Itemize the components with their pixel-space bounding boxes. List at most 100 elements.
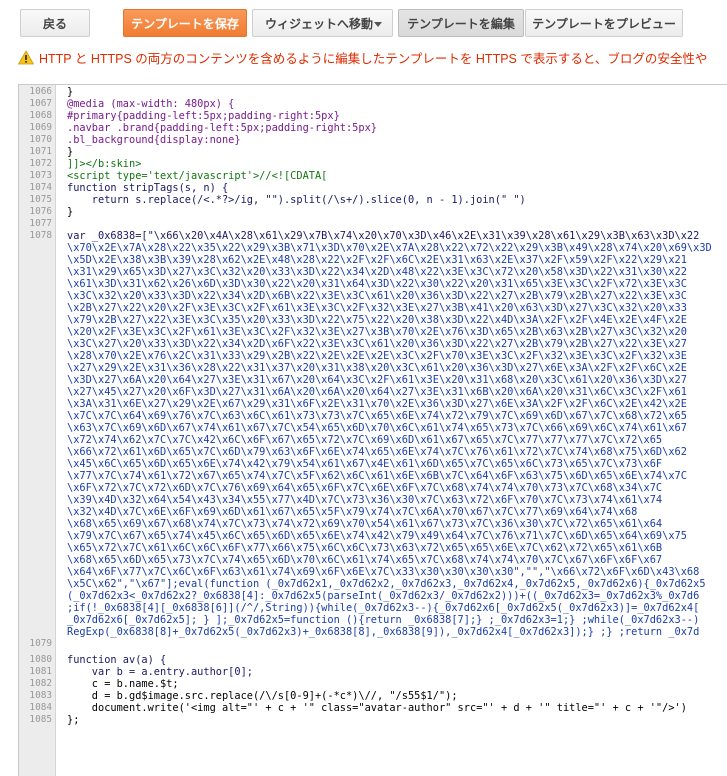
code-text: \x65\x72\x7C\x61\x6C\x6C\x6F\x77\x66\x75… [67, 542, 663, 554]
code-line: 1068 #primary{padding-left:5px;padding-ri… [19, 110, 727, 122]
code-line: 1066} [19, 86, 727, 98]
code-text: \x39\x4D\x32\x64\x54\x43\x34\x55\x77\x4D… [67, 494, 663, 506]
code-line: 1071} [19, 146, 727, 158]
line-number: 1084 [29, 702, 52, 713]
code-line: \x68\x65\x69\x67\x68\x74\x7C\x73\x74\x72… [19, 518, 727, 530]
code-line: ;if(!_0x6838[4][_0x6838[6]](/^/,String))… [19, 602, 727, 614]
code-text: (_0x7d62x3<_0x7d62x2?_0x6838[4]:_0x7d62x… [67, 590, 700, 602]
code-text: \x2B\x27\x22\x20\x2F\x3E\x3C\x2F\x61\x3E… [67, 302, 687, 314]
code-editor[interactable]: 1066} 1067 @media (max-width: 480px) {1068… [18, 84, 727, 776]
code-text: } [67, 146, 74, 158]
edit-template-button[interactable]: テンプレートを編集 [398, 9, 524, 37]
code-text: RegExp(_0x6838[8]+_0x7d62x5(_0x7d62x3)+_… [67, 626, 700, 638]
code-line: 1082 c = b.name.$t; [19, 678, 727, 690]
code-line: \x65\x72\x7C\x61\x6C\x6C\x6F\x77\x66\x75… [19, 542, 727, 554]
code-line: \x5C\x62","\x67"];eval(function (_0x7d62… [19, 578, 727, 590]
code-line: 1072 ]]></b:skin> [19, 158, 727, 170]
code-text: var _0x6838=["\x66\x20\x4A\x28\x61\x29\x… [67, 230, 700, 242]
code-line: \x27\x45\x27\x20\x6F\x3D\x27\x31\x6A\x20… [19, 386, 727, 398]
code-line: \x70\x2E\x7A\x28\x22\x35\x22\x29\x3B\x71… [19, 242, 727, 254]
code-line: (_0x7d62x3<_0x7d62x2?_0x6838[4]:_0x7d62x… [19, 590, 727, 602]
code-text: \x79\x2B\x27\x22\x3E\x3C\x35\x20\x33\x3D… [67, 314, 687, 326]
code-line: \x45\x6C\x65\x6D\x65\x6E\x74\x42\x79\x54… [19, 458, 727, 470]
code-line: \x31\x29\x65\x3D\x27\x3C\x32\x20\x33\x3D… [19, 266, 727, 278]
code-line: \x63\x7C\x69\x6D\x67\x74\x61\x67\x7C\x54… [19, 422, 727, 434]
code-text: \x7C\x7C\x64\x69\x76\x7C\x63\x6C\x61\x73… [67, 410, 687, 422]
code-line: 1070 .bl_background{display:none} [19, 134, 727, 146]
code-text: \x68\x65\x6D\x65\x73\x7C\x74\x65\x6D\x70… [67, 554, 663, 566]
code-line: \x64\x6F\x77\x7C\x6C\x6F\x63\x61\x74\x69… [19, 566, 727, 578]
chevron-down-icon [374, 22, 382, 27]
code-line: 1085}; [19, 714, 727, 726]
jump-to-widget-dropdown[interactable]: ウィジェットへ移動 [252, 9, 393, 37]
code-text: \x70\x2E\x7A\x28\x22\x35\x22\x29\x3B\x71… [67, 242, 712, 254]
code-line: 1077 [19, 218, 727, 230]
code-text: \x20\x2F\x3E\x3C\x2F\x61\x3E\x3C\x2F\x32… [67, 326, 687, 338]
code-text: \x3C\x32\x20\x33\x3D\x22\x34\x2D\x6B\x22… [67, 290, 687, 302]
code-text: \x31\x29\x65\x3D\x27\x3C\x32\x20\x33\x3D… [67, 266, 687, 278]
code-text: document.write('<img alt="' + c + '" cla… [67, 702, 687, 714]
code-text: .bl_background{display:none} [67, 134, 241, 146]
line-number: 1085 [29, 714, 52, 725]
code-line: 1074 function stripTags(s, n) { [19, 182, 727, 194]
warning-message: HTTP と HTTPS の両方のコンテンツを含めるように編集したテンプレートを… [39, 51, 708, 66]
code-text: \x66\x72\x61\x6D\x65\x7C\x6D\x79\x63\x6F… [67, 446, 687, 458]
code-line: 1079 [19, 638, 727, 650]
line-number: 1076 [29, 206, 52, 217]
code-line: \x2B\x27\x22\x20\x2F\x3E\x3C\x2F\x61\x3E… [19, 302, 727, 314]
code-text: \x27\x29\x2E\x31\x36\x28\x22\x31\x37\x20… [67, 362, 687, 374]
code-text: #primary{padding-left:5px;padding-right:… [67, 110, 340, 122]
line-number: 1073 [29, 170, 52, 181]
line-number: 1078 [29, 230, 52, 241]
line-number: 1079 [29, 638, 52, 649]
line-number: 1074 [29, 182, 52, 193]
code-text: \x32\x4D\x7C\x6E\x6F\x69\x6D\x61\x67\x65… [67, 506, 638, 518]
warning-icon [18, 49, 34, 64]
code-text: \x3A\x31\x6E\x27\x29\x2E\x67\x29\x31\x6F… [67, 398, 687, 410]
code-line: \x6F\x72\x7C\x72\x6D\x7C\x76\x69\x64\x65… [19, 482, 727, 494]
code-text: \x72\x74\x62\x7C\x7C\x42\x6C\x6F\x67\x65… [67, 434, 663, 446]
code-line: 1081 var b = a.entry.author[0]; [19, 666, 727, 678]
code-text: \x45\x6C\x65\x6D\x65\x6E\x74\x42\x79\x54… [67, 458, 663, 470]
code-text: ;if(!_0x6838[4][_0x6838[6]](/^/,String))… [67, 602, 700, 614]
line-number: 1082 [29, 678, 52, 689]
code-text: \x68\x65\x69\x67\x68\x74\x7C\x73\x74\x72… [67, 518, 663, 530]
code-text: \x61\x3D\x31\x62\x26\x6D\x3D\x30\x22\x20… [67, 278, 687, 290]
code-text: .navbar .brand{padding-left:5px;padding-… [67, 122, 377, 134]
code-line: \x7C\x7C\x64\x69\x76\x7C\x63\x6C\x61\x73… [19, 410, 727, 422]
code-line: \x39\x4D\x32\x64\x54\x43\x34\x55\x77\x4D… [19, 494, 727, 506]
line-number: 1075 [29, 194, 52, 205]
code-line: \x66\x72\x61\x6D\x65\x7C\x6D\x79\x63\x6F… [19, 446, 727, 458]
code-text: \x28\x70\x2E\x76\x2C\x31\x33\x29\x2B\x22… [67, 350, 687, 362]
line-number: 1077 [29, 218, 52, 229]
code-text: function av(a) { [67, 654, 167, 666]
code-line: 1069 .navbar .brand{padding-left:5px;padd… [19, 122, 727, 134]
code-line: \x5D\x2E\x38\x3B\x39\x28\x62\x2E\x48\x28… [19, 254, 727, 266]
code-text: \x79\x7C\x67\x65\x74\x45\x6C\x65\x6D\x65… [67, 530, 687, 542]
code-line: 1080 function av(a) { [19, 654, 727, 666]
code-text: \x3C\x27\x20\x33\x3D\x22\x34\x2D\x6F\x22… [67, 338, 687, 350]
code-text: \x63\x7C\x69\x6D\x67\x74\x61\x67\x7C\x54… [67, 422, 687, 434]
editor-toolbar: 戻る テンプレートを保存 ウィジェットへ移動 テンプレートを編集 テンプレートを… [0, 0, 727, 44]
code-text: var b = a.entry.author[0]; [67, 666, 253, 678]
code-text: ]]></b:skin> [67, 158, 142, 170]
code-text: c = b.name.$t; [67, 678, 179, 690]
back-button[interactable]: 戻る [20, 9, 90, 37]
code-line: \x32\x4D\x7C\x6E\x6F\x69\x6D\x61\x67\x65… [19, 506, 727, 518]
code-text: }; [67, 714, 80, 726]
code-line: \x27\x29\x2E\x31\x36\x28\x22\x31\x37\x20… [19, 362, 727, 374]
code-line: _0x7d62x6[_0x7d62x5]; } ];_0x7d62x5=func… [19, 614, 727, 626]
preview-template-button[interactable]: テンプレートをプレビュー [525, 9, 683, 37]
line-number: 1069 [29, 122, 52, 133]
line-number: 1068 [29, 110, 52, 121]
line-number: 1072 [29, 158, 52, 169]
code-line: \x61\x3D\x31\x62\x26\x6D\x3D\x30\x22\x20… [19, 278, 727, 290]
save-template-button[interactable]: テンプレートを保存 [123, 9, 247, 37]
line-number: 1070 [29, 134, 52, 145]
code-line: 1075 return s.replace(/<.*?>/ig, "").spl… [19, 194, 727, 206]
code-text: @media (max-width: 480px) { [67, 98, 235, 110]
code-line: \x20\x2F\x3E\x3C\x2F\x61\x3E\x3C\x2F\x32… [19, 326, 727, 338]
code-text: \x27\x45\x27\x20\x6F\x3D\x27\x31\x6A\x20… [67, 386, 687, 398]
line-number: 1067 [29, 98, 52, 109]
code-line: \x79\x7C\x67\x65\x74\x45\x6C\x65\x6D\x65… [19, 530, 727, 542]
